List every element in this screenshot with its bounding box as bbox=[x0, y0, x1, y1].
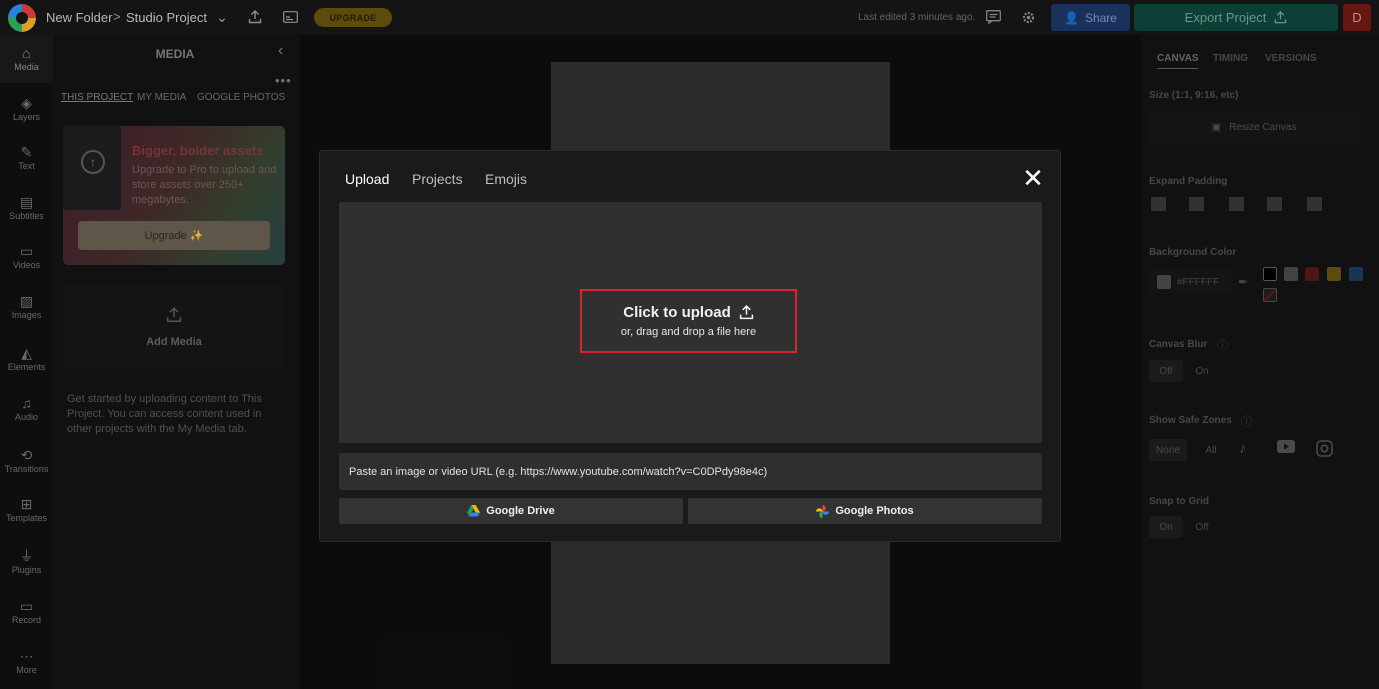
upload-modal: Upload Projects Emojis ✕ Click to upload… bbox=[319, 150, 1061, 542]
google-photos-icon bbox=[816, 504, 830, 518]
google-photos-button[interactable]: Google Photos bbox=[688, 498, 1042, 524]
file-dropzone[interactable]: Click to upload or, drag and drop a file… bbox=[339, 202, 1042, 443]
tab-projects[interactable]: Projects bbox=[412, 171, 463, 187]
upload-title: Click to upload bbox=[623, 304, 731, 321]
close-icon[interactable]: ✕ bbox=[1021, 165, 1045, 191]
upload-subtitle: or, drag and drop a file here bbox=[620, 326, 757, 338]
upload-icon bbox=[739, 305, 753, 320]
tab-upload[interactable]: Upload bbox=[345, 171, 389, 187]
google-drive-label: Google Drive bbox=[486, 505, 555, 517]
google-drive-icon bbox=[467, 505, 481, 517]
tab-emojis[interactable]: Emojis bbox=[485, 171, 527, 187]
click-to-upload-button[interactable]: Click to upload or, drag and drop a file… bbox=[580, 289, 797, 353]
editor-app: New Folder > Studio Project ⌄ UPGRADE La… bbox=[0, 0, 1379, 689]
google-photos-label: Google Photos bbox=[835, 505, 914, 517]
media-url-input[interactable] bbox=[339, 453, 1042, 490]
google-drive-button[interactable]: Google Drive bbox=[339, 498, 683, 524]
